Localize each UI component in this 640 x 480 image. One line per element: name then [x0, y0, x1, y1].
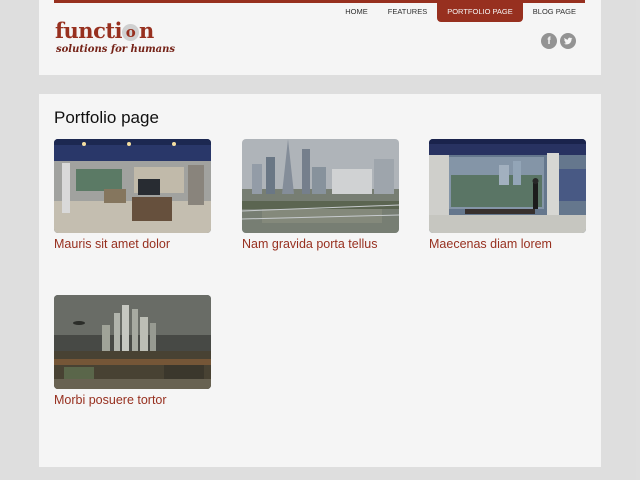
nav-item-blog-page[interactable]: BLOG PAGE: [523, 3, 586, 22]
nav-item-portfolio-page[interactable]: PORTFOLIO PAGE: [437, 3, 523, 22]
nav-item-features[interactable]: FEATURES: [378, 3, 437, 22]
portfolio-item[interactable]: Nam gravida porta tellus: [242, 139, 399, 251]
portfolio-item-title[interactable]: Morbi posuere tortor: [54, 393, 211, 407]
page-title: Portfolio page: [54, 108, 159, 127]
nav-item-home[interactable]: HOME: [335, 3, 378, 22]
logo-o-icon: o: [122, 24, 140, 41]
twitter-icon[interactable]: [560, 33, 576, 49]
site-header: functi o n solutions for humans HOME FEATU…: [39, 0, 601, 75]
portfolio-image-gallery[interactable]: [429, 139, 586, 233]
facebook-icon[interactable]: f: [541, 33, 557, 49]
logo-tagline: solutions for humans: [56, 44, 176, 55]
portfolio-item-title[interactable]: Maecenas diam lorem: [429, 237, 586, 251]
site-logo[interactable]: functi o n solutions for humans: [55, 18, 175, 58]
portfolio-image-showroom[interactable]: [54, 139, 211, 233]
portfolio-item-title[interactable]: Mauris sit amet dolor: [54, 237, 211, 251]
main-nav: HOME FEATURES PORTFOLIO PAGE BLOG PAGE: [335, 3, 586, 22]
main-content: Portfolio page Mauris sit amet dolor Nam…: [39, 94, 601, 467]
logo-wordmark: functi o n: [55, 18, 154, 43]
social-links: f: [541, 33, 576, 49]
portfolio-item[interactable]: Mauris sit amet dolor: [54, 139, 211, 251]
portfolio-item[interactable]: Morbi posuere tortor: [54, 295, 211, 407]
portfolio-item[interactable]: Maecenas diam lorem: [429, 139, 586, 251]
portfolio-item-title[interactable]: Nam gravida porta tellus: [242, 237, 399, 251]
portfolio-image-futuristic-city[interactable]: [54, 295, 211, 389]
portfolio-image-skyline[interactable]: [242, 139, 399, 233]
